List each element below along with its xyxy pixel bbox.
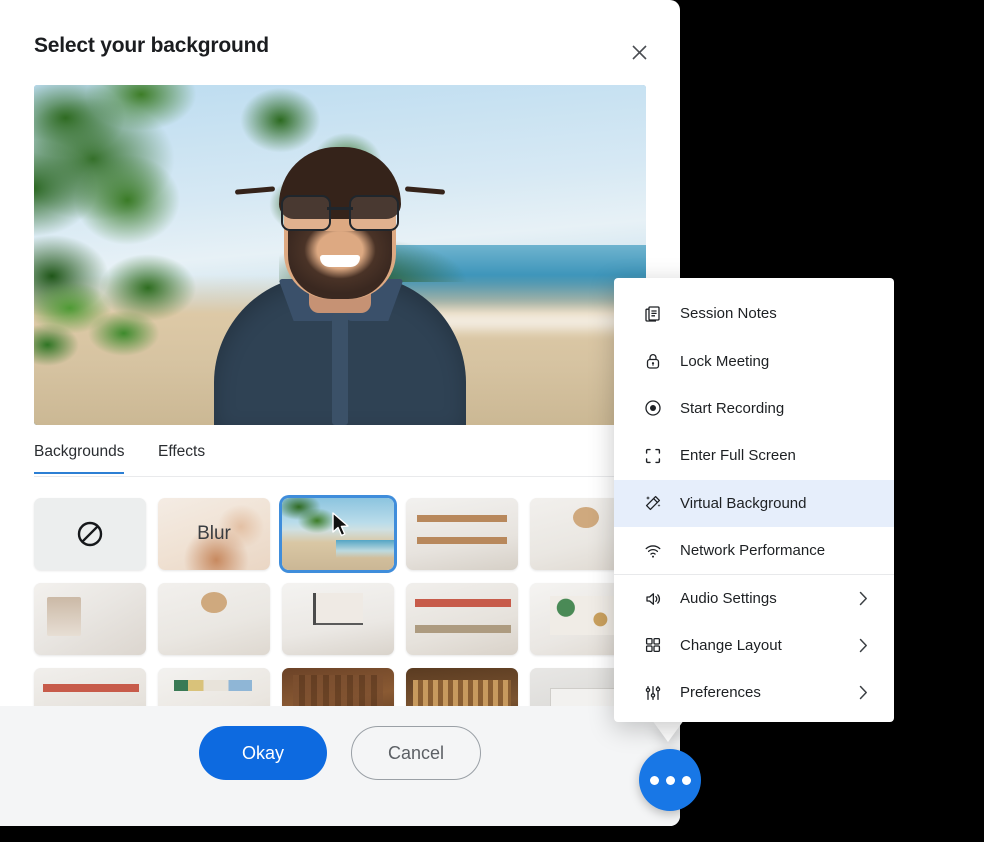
chevron-right-icon [859, 685, 868, 700]
menu-item-virtual-background[interactable]: Virtual Background [614, 480, 894, 527]
menu-item-label: Change Layout [680, 637, 782, 654]
close-icon[interactable] [624, 37, 654, 67]
menu-item-label: Lock Meeting [680, 353, 769, 370]
thumb-none[interactable] [34, 498, 146, 570]
chevron-right-icon [859, 638, 868, 653]
background-thumbnail-grid: Blur [34, 498, 654, 706]
menu-item-label: Virtual Background [680, 495, 806, 512]
menu-item-session-notes[interactable]: Session Notes [614, 290, 894, 337]
notes-icon [644, 305, 680, 323]
thumb-beach[interactable] [282, 498, 394, 570]
preview-shrub [34, 262, 181, 378]
no-background-icon [76, 520, 104, 548]
avatar [190, 125, 490, 425]
video-preview [34, 85, 646, 425]
chevron-right-icon [859, 591, 868, 606]
screen: Select your background [0, 0, 984, 842]
menu-item-preferences[interactable]: Preferences [614, 669, 894, 716]
menu-item-label: Session Notes [680, 305, 777, 322]
menu-item-label: Network Performance [680, 542, 825, 559]
menu-item-lock-meeting[interactable]: Lock Meeting [614, 337, 894, 384]
fullscreen-icon [644, 447, 680, 465]
menu-item-network-performance[interactable]: Network Performance [614, 527, 894, 574]
wifi-icon [644, 542, 680, 560]
thumb-bookshelf-white[interactable] [406, 583, 518, 655]
thumb-gallery-wall[interactable] [282, 583, 394, 655]
tab-effects[interactable]: Effects [158, 443, 205, 472]
sliders-icon [644, 684, 680, 702]
tab-bar: Backgrounds Effects [34, 443, 646, 477]
cancel-button[interactable]: Cancel [351, 726, 481, 780]
tab-backgrounds[interactable]: Backgrounds [34, 443, 124, 474]
thumb-blur-label: Blur [197, 523, 231, 545]
glasses-icon [281, 195, 399, 229]
menu-pointer-tail [652, 720, 684, 742]
more-options-icon[interactable] [639, 749, 701, 811]
grid-layout-icon [644, 636, 680, 654]
more-options-menu: Session Notes Lock Meeting Start Recordi… [614, 278, 894, 722]
lock-icon [644, 352, 680, 370]
magic-wand-icon [644, 494, 680, 512]
page-title: Select your background [34, 34, 269, 58]
menu-item-label: Audio Settings [680, 590, 777, 607]
menu-item-start-recording[interactable]: Start Recording [614, 385, 894, 432]
menu-item-label: Preferences [680, 684, 761, 701]
record-icon [644, 399, 680, 417]
menu-item-label: Enter Full Screen [680, 447, 796, 464]
thumb-blur[interactable]: Blur [158, 498, 270, 570]
speaker-icon [644, 590, 680, 608]
thumb-living-room-plant[interactable] [406, 498, 518, 570]
menu-item-audio-settings[interactable]: Audio Settings [614, 574, 894, 621]
menu-item-enter-full-screen[interactable]: Enter Full Screen [614, 432, 894, 479]
menu-item-label: Start Recording [680, 400, 784, 417]
select-background-dialog: Select your background [0, 0, 680, 826]
dialog-footer [0, 706, 680, 826]
thumb-wicker-wall-plant[interactable] [158, 583, 270, 655]
menu-item-change-layout[interactable]: Change Layout [614, 622, 894, 669]
okay-button[interactable]: Okay [199, 726, 327, 780]
thumb-white-hallway[interactable] [34, 583, 146, 655]
